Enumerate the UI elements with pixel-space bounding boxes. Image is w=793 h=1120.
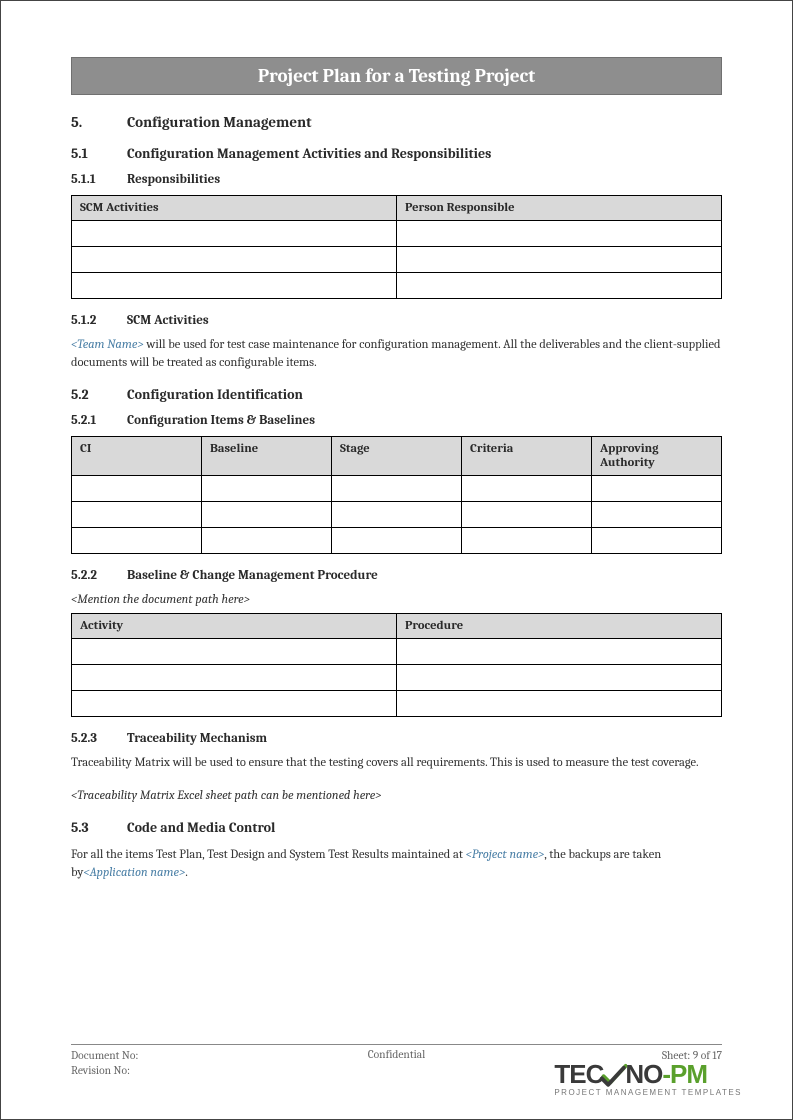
placeholder-traceability-path: <Traceability Matrix Excel sheet path ca… <box>71 787 722 805</box>
heading-text: Configuration Management Activities and … <box>127 145 491 162</box>
logo-text-part1: TEC <box>554 1059 603 1090</box>
table-row <box>72 665 722 691</box>
logo-subtitle: PROJECT MANAGEMENT TEMPLATES <box>554 1088 742 1097</box>
col-stage: Stage <box>332 437 462 476</box>
checkmark-icon <box>601 1062 627 1088</box>
table-header-row: Activity Procedure <box>72 614 722 639</box>
col-scm-activities: SCM Activities <box>72 196 397 221</box>
heading-num: 5.2.1 <box>71 413 127 428</box>
col-baseline: Baseline <box>202 437 332 476</box>
page-title-bar: Project Plan for a Testing Project <box>71 57 722 95</box>
heading-text: Code and Media Control <box>127 819 275 836</box>
heading-num: 5.2.3 <box>71 731 127 746</box>
placeholder-document-path: <Mention the document path here> <box>71 591 722 609</box>
heading-5: 5.Configuration Management <box>71 113 722 131</box>
body-text: For all the items Test Plan, Test Design… <box>71 848 466 862</box>
logo-text-part3: -PM <box>662 1059 707 1090</box>
heading-5-1-2: 5.1.2SCM Activities <box>71 313 722 328</box>
logo-text-part2: NO <box>625 1059 662 1090</box>
heading-text: SCM Activities <box>127 313 209 328</box>
table-row <box>72 273 722 299</box>
placeholder-application-name: <Application name> <box>83 866 185 880</box>
heading-num: 5. <box>71 113 127 131</box>
heading-num: 5.1.1 <box>71 172 127 187</box>
col-approving-authority: Approving Authority <box>592 437 722 476</box>
heading-num: 5.2 <box>71 386 127 403</box>
table-row <box>72 639 722 665</box>
heading-num: 5.2.2 <box>71 568 127 583</box>
heading-5-2: 5.2Configuration Identification <box>71 386 722 403</box>
heading-5-1: 5.1Configuration Management Activities a… <box>71 145 722 162</box>
table-row <box>72 247 722 273</box>
table-header-row: SCM Activities Person Responsible <box>72 196 722 221</box>
responsibilities-table: SCM Activities Person Responsible <box>71 195 722 299</box>
heading-text: Responsibilities <box>127 172 220 187</box>
heading-text: Configuration Management <box>127 113 312 131</box>
heading-num: 5.3 <box>71 819 127 836</box>
footer-rev-no: Revision No: <box>71 1064 130 1077</box>
traceability-paragraph: Traceability Matrix will be used to ensu… <box>71 754 722 772</box>
col-person-responsible: Person Responsible <box>397 196 722 221</box>
logo: TEC NO -PM PROJECT MANAGEMENT TEMPLATES <box>554 1059 742 1097</box>
code-media-paragraph: For all the items Test Plan, Test Design… <box>71 846 722 882</box>
body-text: . <box>185 866 188 880</box>
table-row <box>72 221 722 247</box>
col-procedure: Procedure <box>397 614 722 639</box>
heading-num: 5.1 <box>71 145 127 162</box>
col-ci: CI <box>72 437 202 476</box>
heading-5-2-1: 5.2.1Configuration Items & Baselines <box>71 413 722 428</box>
heading-5-3: 5.3Code and Media Control <box>71 819 722 836</box>
heading-text: Baseline & Change Management Procedure <box>127 568 378 583</box>
table-row <box>72 528 722 554</box>
table-row <box>72 476 722 502</box>
heading-5-1-1: 5.1.1Responsibilities <box>71 172 722 187</box>
heading-text: Configuration Items & Baselines <box>127 413 315 428</box>
ci-baselines-table: CI Baseline Stage Criteria Approving Aut… <box>71 436 722 554</box>
placeholder-project-name: <Project name> <box>466 848 545 862</box>
col-criteria: Criteria <box>462 437 592 476</box>
baseline-change-table: Activity Procedure <box>71 613 722 717</box>
scm-activities-paragraph: <Team Name> will be used for test case m… <box>71 336 722 372</box>
placeholder-team-name: <Team Name> <box>71 338 144 352</box>
table-header-row: CI Baseline Stage Criteria Approving Aut… <box>72 437 722 476</box>
body-text: will be used for test case maintenance f… <box>71 338 721 370</box>
heading-text: Configuration Identification <box>127 386 303 403</box>
heading-text: Traceability Mechanism <box>127 731 267 746</box>
heading-5-2-2: 5.2.2Baseline & Change Management Proced… <box>71 568 722 583</box>
heading-5-2-3: 5.2.3Traceability Mechanism <box>71 731 722 746</box>
heading-num: 5.1.2 <box>71 313 127 328</box>
table-row <box>72 691 722 717</box>
col-activity: Activity <box>72 614 397 639</box>
table-row <box>72 502 722 528</box>
